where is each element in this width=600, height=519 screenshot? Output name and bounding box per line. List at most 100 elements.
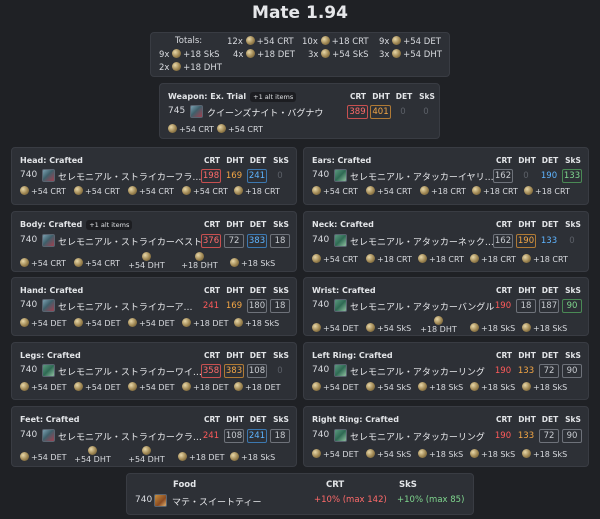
gear-card-right-ring[interactable]: Right Ring: Crafted CRT DHT DET SkS 740 … [303,406,589,467]
materia-slot[interactable]: +54 DHT [124,252,169,271]
item-name[interactable]: セレモニアル・ストライカーベスト [58,235,202,248]
materia-slot[interactable]: +18 CRT [524,186,570,196]
materia-icon [524,186,533,195]
materia-slot[interactable]: +54 DHT [124,446,169,465]
item-name[interactable]: セレモニアル・ストライカーワイ… [58,365,202,378]
materia-slot[interactable]: +18 DHT [177,252,222,271]
stat-sks: 18 [270,234,290,248]
materia-slot[interactable]: +54 DET [128,318,175,328]
stat-det: 133 [540,236,558,246]
col-dht: DHT [226,415,244,424]
col-crt: CRT [203,286,221,295]
materia-slot[interactable]: +18 DET [182,382,229,392]
materia-slot[interactable]: +54 DET [312,449,359,459]
stat-sks: 90 [562,299,582,313]
gear-card-left-ring[interactable]: Left Ring: Crafted CRT DHT DET SkS 740 セ… [303,342,589,400]
item-name[interactable]: セレモニアル・アタッカーバングル [350,300,494,313]
materia-slot[interactable]: +18 CRT [418,254,464,264]
materia-slot[interactable]: +54 DET [20,452,67,462]
materia-slot[interactable]: +18 DET [178,452,225,462]
food-name[interactable]: マテ・スイートティー [172,495,261,508]
item-name[interactable]: クイーンズナイト・バグナウ [207,106,323,119]
alt-items-badge[interactable]: +1 alt items [86,220,133,230]
materia-slot[interactable]: +18 CRT [366,254,412,264]
gear-card-neck[interactable]: Neck: Crafted CRT DHT DET SkS 740 セレモニアル… [303,211,589,272]
materia-slot[interactable]: +18 CRT [522,254,568,264]
gear-card-body[interactable]: Body: Crafted +1 alt items CRT DHT DET Sk… [11,211,297,272]
item-name[interactable]: セレモニアル・アタッカーイヤリ… [350,170,494,183]
materia-slot[interactable]: +18 SkS [470,323,515,333]
totals-panel: Totals: 12x +54 CRT 10x +18 CRT 9x +54 D… [150,32,450,77]
materia-slot[interactable]: +18 SkS [418,449,463,459]
materia-slot[interactable]: +18 SkS [470,449,515,459]
materia-slot[interactable]: +54 CRT [128,186,174,196]
materia-slot[interactable]: +18 SkS [230,452,275,462]
materia-slot[interactable]: +18 DET [234,382,281,392]
weapon-card[interactable]: Weapon: Ex. Trial +1 alt items CRT DHT DE… [159,83,440,139]
gear-card-wrist[interactable]: Wrist: Crafted CRT DHT DET SkS 740 セレモニア… [303,277,589,336]
materia-slot[interactable]: +54 SkS [366,323,411,333]
materia-slot[interactable]: +18 SkS [470,382,515,392]
materia-icon [74,318,83,327]
gear-icon [334,429,347,442]
item-name[interactable]: セレモニアル・ストライカーア… [58,300,193,313]
materia-slot[interactable]: +54 CRT [74,258,120,268]
materia-slot[interactable]: +54 DET [128,382,175,392]
materia-icon [418,382,427,391]
materia-slot[interactable]: +54 DET [74,382,121,392]
materia-icon [172,49,182,58]
materia-slot[interactable]: +18 CRT [470,254,516,264]
materia-slot[interactable]: +18 DET [182,318,229,328]
item-name[interactable]: セレモニアル・アタッカーネック… [350,235,494,248]
gear-card-hands[interactable]: Hand: Crafted CRT DHT DET SkS 740 セレモニアル… [11,277,297,336]
materia-slot[interactable]: +54 DET [312,382,359,392]
materia-slot[interactable]: +18 SkS [230,258,275,268]
gear-icon [334,364,347,377]
materia-icon [434,316,443,325]
materia-slot[interactable]: +18 CRT [420,186,466,196]
materia-slot[interactable]: +54 CRT [312,254,358,264]
materia-slot[interactable]: +18 SkS [522,382,567,392]
materia-slot[interactable]: +54 CRT [217,124,263,134]
materia-slot[interactable]: +54 SkS [366,382,411,392]
gear-card-legs[interactable]: Legs: Crafted CRT DHT DET SkS 740 セレモニアル… [11,342,297,400]
gear-icon [42,364,55,377]
col-sks: SkS [273,286,289,295]
alt-items-badge[interactable]: +1 alt items [250,92,297,102]
materia-slot[interactable]: +18 DHT [416,316,461,335]
materia-slot[interactable]: +54 DHT [70,446,115,465]
materia-slot[interactable]: +54 CRT [74,186,120,196]
gear-card-head[interactable]: Head: Crafted CRT DHT DET SkS 740 セレモニアル… [11,147,297,205]
materia-slot[interactable]: +54 CRT [312,186,358,196]
food-card[interactable]: Food CRT SkS 740 マテ・スイートティー +10% (max 14… [126,473,474,515]
item-level: 745 [168,106,186,116]
item-name[interactable]: セレモニアル・ストライカーフラ… [58,170,201,183]
item-name[interactable]: セレモニアル・アタッカーリング [350,430,485,443]
materia-slot[interactable]: +54 DET [312,323,359,333]
materia-slot[interactable]: +54 CRT [168,124,214,134]
materia-slot[interactable]: +18 SkS [522,323,567,333]
materia-slot[interactable]: +54 CRT [182,186,228,196]
materia-slot[interactable]: +18 SkS [418,382,463,392]
materia-slot[interactable]: +54 SkS [366,449,411,459]
materia-icon [366,382,375,391]
item-level: 740 [312,300,330,310]
materia-slot[interactable]: +54 CRT [20,258,66,268]
item-name[interactable]: セレモニアル・ストライカークラ… [58,430,202,443]
gear-card-ears[interactable]: Ears: Crafted CRT DHT DET SkS 740 セレモニアル… [303,147,589,205]
materia-slot[interactable]: +18 SkS [522,449,567,459]
materia-slot[interactable]: +54 CRT [20,186,66,196]
totals-entry: 3x +54 DHT [379,49,442,60]
materia-slot[interactable]: +54 DET [20,318,67,328]
materia-slot[interactable]: +54 DET [20,382,67,392]
materia-slot[interactable]: +54 CRT [366,186,412,196]
materia-slot[interactable]: +18 CRT [234,186,280,196]
item-level: 740 [20,300,38,310]
materia-slot[interactable]: +54 DET [74,318,121,328]
materia-slot[interactable]: +18 CRT [472,186,518,196]
materia-slot[interactable]: +18 SkS [234,318,279,328]
col-dht: DHT [518,351,536,360]
gear-card-feet[interactable]: Feet: Crafted CRT DHT DET SkS 740 セレモニアル… [11,406,297,467]
item-name[interactable]: セレモニアル・アタッカーリング [350,365,485,378]
stat-sks: 18 [270,299,290,313]
